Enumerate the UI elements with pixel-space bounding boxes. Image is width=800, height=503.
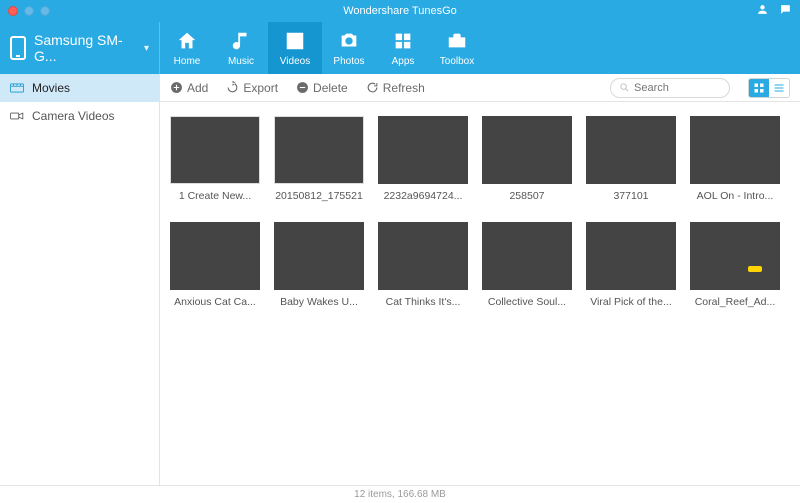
video-caption: Anxious Cat Ca...	[170, 296, 260, 308]
nav-music[interactable]: Music	[214, 22, 268, 74]
export-icon	[226, 81, 239, 94]
search-icon	[619, 82, 630, 93]
phone-icon	[10, 36, 26, 60]
video-caption: Collective Soul...	[482, 296, 572, 308]
video-thumbnail	[690, 116, 780, 184]
search-input[interactable]	[634, 82, 714, 94]
video-caption: 2232a9694724...	[378, 190, 468, 202]
video-thumbnail	[586, 222, 676, 290]
toolbar: Add Export Delete Refresh	[160, 74, 800, 102]
video-caption: Cat Thinks It's...	[378, 296, 468, 308]
nav-home-label: Home	[174, 56, 201, 67]
video-thumbnail	[274, 116, 364, 184]
main-nav: Home Music Videos Photos Apps Toolbox	[160, 22, 484, 74]
account-icon[interactable]	[756, 3, 769, 19]
status-bar: 12 items, 166.68 MB	[0, 485, 800, 503]
grid-icon	[753, 82, 765, 94]
video-thumbnail	[170, 116, 260, 184]
video-thumbnail	[378, 116, 468, 184]
video-thumbnail	[482, 116, 572, 184]
sidebar-item-camera-videos[interactable]: Camera Videos	[0, 102, 159, 130]
chevron-down-icon: ▾	[144, 43, 149, 54]
nav-photos-label: Photos	[333, 56, 364, 67]
plus-circle-icon	[170, 81, 183, 94]
list-view-button[interactable]	[769, 79, 789, 97]
main-panel: Add Export Delete Refresh	[160, 74, 800, 485]
refresh-label: Refresh	[383, 81, 425, 95]
video-caption: 1 Create New...	[170, 190, 260, 202]
grid-view-button[interactable]	[749, 79, 769, 97]
grid-wrap: 1 Create New... 20150812_175521 2232a96947…	[160, 102, 800, 485]
video-caption: AOL On - Intro...	[690, 190, 780, 202]
search-box[interactable]	[610, 78, 730, 98]
video-caption: 377101	[586, 190, 676, 202]
export-button[interactable]: Export	[226, 81, 278, 95]
status-text: 12 items, 166.68 MB	[354, 489, 446, 500]
list-icon	[773, 82, 785, 94]
video-caption: Coral_Reef_Ad...	[690, 296, 780, 308]
video-item[interactable]: 2232a9694724...	[378, 116, 468, 202]
nav-photos[interactable]: Photos	[322, 22, 376, 74]
video-item[interactable]: Coral_Reef_Ad...	[690, 222, 780, 308]
video-item[interactable]: 258507	[482, 116, 572, 202]
video-item[interactable]: Anxious Cat Ca...	[170, 222, 260, 308]
video-thumbnail	[482, 222, 572, 290]
feedback-icon[interactable]	[779, 3, 792, 19]
export-label: Export	[243, 81, 278, 95]
sidebar-item-label: Movies	[32, 81, 70, 95]
nav-videos[interactable]: Videos	[268, 22, 322, 74]
camcorder-icon	[10, 110, 24, 122]
video-thumbnail	[170, 222, 260, 290]
nav-home[interactable]: Home	[160, 22, 214, 74]
device-selector[interactable]: Samsung SM-G... ▾	[0, 22, 160, 74]
video-thumbnail	[690, 222, 780, 290]
video-caption: Viral Pick of the...	[586, 296, 676, 308]
video-item[interactable]: AOL On - Intro...	[690, 116, 780, 202]
sidebar-item-movies[interactable]: Movies	[0, 74, 159, 102]
nav-apps-label: Apps	[392, 56, 415, 67]
add-label: Add	[187, 81, 208, 95]
device-name: Samsung SM-G...	[34, 32, 136, 64]
video-grid: 1 Create New... 20150812_175521 2232a96947…	[170, 116, 790, 308]
video-caption: 20150812_175521	[274, 190, 364, 202]
video-thumbnail	[378, 222, 468, 290]
window-controls	[8, 6, 50, 16]
video-item[interactable]: Viral Pick of the...	[586, 222, 676, 308]
refresh-icon	[366, 81, 379, 94]
nav-apps[interactable]: Apps	[376, 22, 430, 74]
video-item[interactable]: Baby Wakes U...	[274, 222, 364, 308]
app-title: Wondershare TunesGo	[343, 5, 457, 17]
minus-circle-icon	[296, 81, 309, 94]
video-item[interactable]: Collective Soul...	[482, 222, 572, 308]
video-item[interactable]: 1 Create New...	[170, 116, 260, 202]
refresh-button[interactable]: Refresh	[366, 81, 425, 95]
video-caption: 258507	[482, 190, 572, 202]
nav-toolbox-label: Toolbox	[440, 56, 474, 67]
sidebar: Movies Camera Videos	[0, 74, 160, 485]
sidebar-item-label: Camera Videos	[32, 109, 115, 123]
video-thumbnail	[274, 222, 364, 290]
add-button[interactable]: Add	[170, 81, 208, 95]
header: Samsung SM-G... ▾ Home Music Videos Phot…	[0, 22, 800, 74]
nav-toolbox[interactable]: Toolbox	[430, 22, 484, 74]
maximize-window-button[interactable]	[40, 6, 50, 16]
nav-music-label: Music	[228, 56, 254, 67]
video-item[interactable]: 377101	[586, 116, 676, 202]
minimize-window-button[interactable]	[24, 6, 34, 16]
video-caption: Baby Wakes U...	[274, 296, 364, 308]
film-icon	[10, 82, 24, 94]
view-toggle	[748, 78, 790, 98]
video-item[interactable]: 20150812_175521	[274, 116, 364, 202]
delete-label: Delete	[313, 81, 348, 95]
close-window-button[interactable]	[8, 6, 18, 16]
delete-button[interactable]: Delete	[296, 81, 348, 95]
video-thumbnail	[586, 116, 676, 184]
titlebar: Wondershare TunesGo	[0, 0, 800, 22]
video-item[interactable]: Cat Thinks It's...	[378, 222, 468, 308]
nav-videos-label: Videos	[280, 56, 310, 67]
